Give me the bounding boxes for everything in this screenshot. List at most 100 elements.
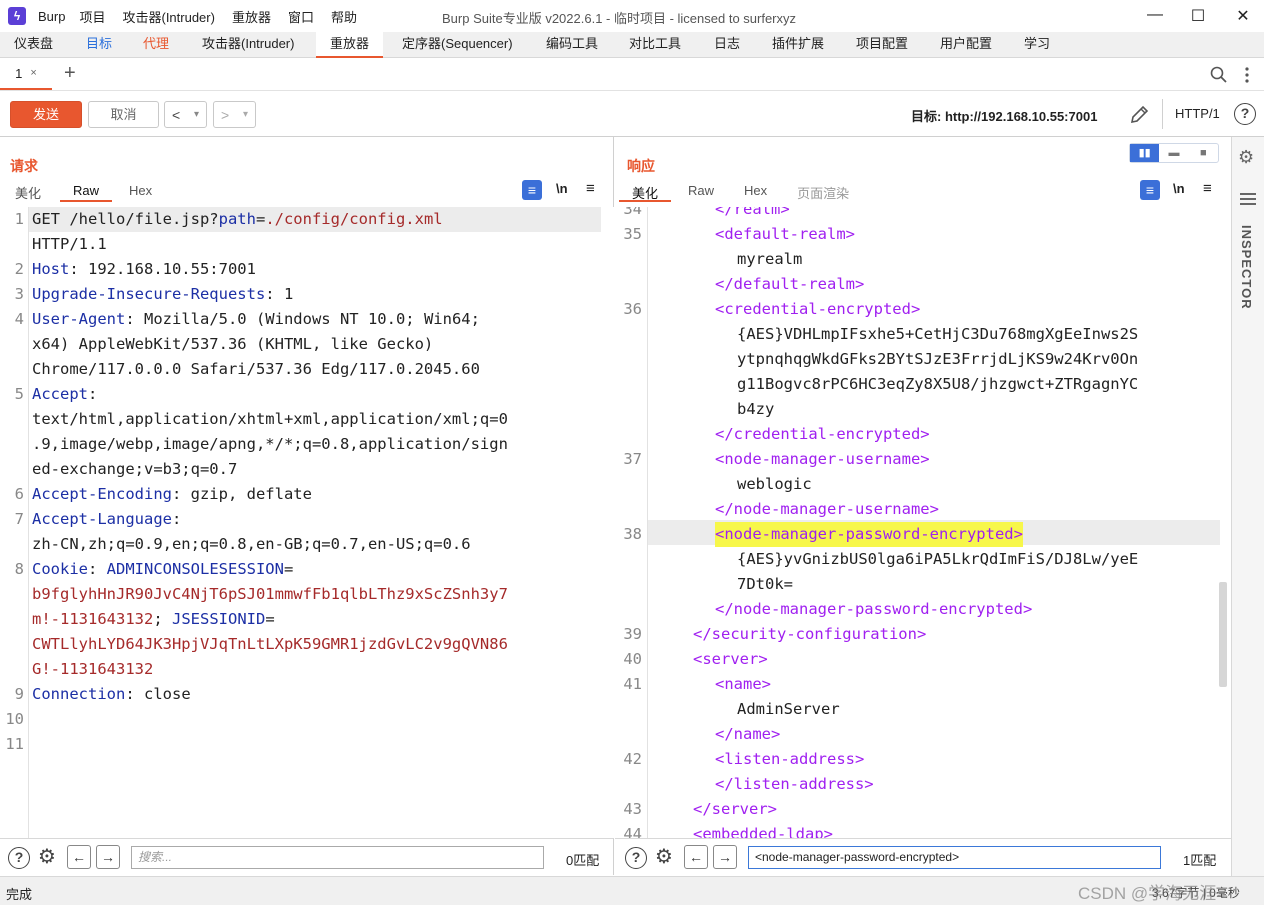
- help-icon[interactable]: ?: [625, 847, 647, 869]
- inspector-label[interactable]: INSPECTOR: [1239, 225, 1254, 310]
- request-tab-raw[interactable]: Raw: [60, 178, 113, 202]
- menu-repeater[interactable]: 重放器: [232, 7, 271, 26]
- tab-decoder[interactable]: 编码工具: [532, 32, 612, 58]
- layout-tabs-icon[interactable]: ■: [1189, 144, 1218, 162]
- header-value: : close: [125, 685, 191, 703]
- menu-help[interactable]: 帮助: [331, 7, 357, 26]
- line-number: 35: [623, 225, 642, 243]
- tab-intruder[interactable]: 攻击器(Intruder): [188, 32, 308, 58]
- previous-match-button[interactable]: ←: [684, 845, 708, 869]
- search-icon[interactable]: [1210, 66, 1228, 84]
- request-menu-icon[interactable]: ≡: [586, 180, 595, 197]
- repeater-tab-1[interactable]: 1 ×: [0, 58, 52, 90]
- xml-text: {AES}yvGnizbUS0lga6iPA5LkrQdImFiS/DJ8Lw/…: [737, 550, 1139, 568]
- cancel-button[interactable]: 取消: [88, 101, 159, 128]
- tab-project-options[interactable]: 项目配置: [842, 32, 922, 58]
- response-scrollbar[interactable]: [1219, 582, 1227, 687]
- inspector-settings-icon[interactable]: ⚙: [1238, 147, 1254, 168]
- request-line: Accept-Language:: [32, 507, 181, 532]
- response-search-input[interactable]: <node-manager-password-encrypted>: [748, 846, 1161, 869]
- close-tab-icon[interactable]: ×: [30, 67, 36, 79]
- tab-logger[interactable]: 日志: [700, 32, 754, 58]
- response-tab-raw[interactable]: Raw: [675, 178, 727, 202]
- menu-intruder[interactable]: 攻击器(Intruder): [122, 7, 214, 26]
- line-number: 7: [14, 510, 24, 528]
- layout-stacked-icon[interactable]: ▬: [1159, 144, 1188, 162]
- request-line: HTTP/1.1: [32, 235, 107, 253]
- layout-switcher: ▮▮ ▬ ■: [1129, 143, 1219, 163]
- history-forward-button[interactable]: > ▾: [213, 101, 256, 128]
- cookie-value: G!-1131643132: [32, 660, 154, 678]
- burp-window: ϟ Burp 项目 攻击器(Intruder) 重放器 窗口 帮助 Burp S…: [0, 0, 1264, 905]
- next-match-button[interactable]: →: [96, 845, 120, 869]
- history-back-button[interactable]: < ▾: [164, 101, 207, 128]
- maximize-button[interactable]: ☐: [1188, 6, 1208, 26]
- request-tab-hex[interactable]: Hex: [116, 178, 165, 202]
- menu-project[interactable]: 项目: [79, 7, 105, 26]
- menu-window[interactable]: 窗口: [288, 7, 314, 26]
- inspector-menu-icon[interactable]: [1240, 193, 1256, 205]
- cookie-value: b9fglyhHnJR90JvC4NjT6pSJ01mmwfFb1qlbLThz…: [32, 585, 508, 603]
- help-icon[interactable]: ?: [1234, 103, 1256, 125]
- xml-text: g11Bogvc8rPC6HC3eqZy8X5U8/jhzgwct+ZTRgag…: [737, 375, 1139, 393]
- request-line: m!-1131643132; JSESSIONID=: [32, 607, 275, 632]
- edit-target-pencil-icon[interactable]: [1128, 104, 1150, 126]
- response-match-count: 1匹配: [1183, 853, 1217, 868]
- param-name: path: [218, 210, 256, 228]
- response-tab-render[interactable]: 页面渲染: [784, 178, 862, 202]
- minimize-button[interactable]: —: [1145, 6, 1165, 26]
- response-tab-hex[interactable]: Hex: [731, 178, 780, 202]
- request-line: Upgrade-Insecure-Requests: 1: [32, 282, 293, 307]
- request-search-input[interactable]: 搜索...: [131, 846, 544, 869]
- request-line: text/html,application/xhtml+xml,applicat…: [32, 410, 508, 428]
- layout-side-by-side-icon[interactable]: ▮▮: [1130, 144, 1160, 162]
- chevron-down-icon[interactable]: ▾: [243, 109, 248, 120]
- tab-sequencer[interactable]: 定序器(Sequencer): [388, 32, 527, 58]
- line-number: 34: [623, 207, 642, 218]
- request-newline-toggle[interactable]: \n: [556, 181, 568, 196]
- close-button[interactable]: ✕: [1233, 6, 1253, 26]
- cookie-sep: ;: [153, 610, 172, 628]
- header-value: : 192.168.10.55:7001: [69, 260, 256, 278]
- chevron-down-icon[interactable]: ▾: [194, 109, 199, 120]
- xml-tag: <credential-encrypted>: [715, 300, 921, 318]
- request-wrap-icon[interactable]: ≡: [522, 180, 542, 200]
- request-line: zh-CN,zh;q=0.9,en;q=0.8,en-GB;q=0.7,en-U…: [32, 535, 471, 553]
- next-match-button[interactable]: →: [713, 845, 737, 869]
- response-wrap-icon[interactable]: ≡: [1140, 180, 1160, 200]
- tab-comparer[interactable]: 对比工具: [615, 32, 695, 58]
- line-number: 6: [14, 485, 24, 503]
- tab-user-options[interactable]: 用户配置: [926, 32, 1006, 58]
- response-tab-pretty[interactable]: 美化: [619, 178, 672, 202]
- tab-repeater[interactable]: 重放器: [316, 32, 384, 58]
- response-editor[interactable]: 34 35 36 37 38 39 40 41 42 43 44 </realm…: [615, 207, 1231, 838]
- tab-learn[interactable]: 学习: [1010, 32, 1064, 58]
- line-number: 5: [14, 385, 24, 403]
- search-match-highlight: <node-manager-password-encrypted>: [715, 522, 1023, 547]
- response-menu-icon[interactable]: ≡: [1203, 180, 1212, 197]
- help-icon[interactable]: ?: [8, 847, 30, 869]
- tab-dashboard[interactable]: 仪表盘: [0, 32, 67, 58]
- tab-extensions[interactable]: 插件扩展: [758, 32, 838, 58]
- header-name: User-Agent: [32, 310, 126, 328]
- header-name: Host: [32, 260, 70, 278]
- http-version-toggle[interactable]: HTTP/1: [1175, 106, 1220, 121]
- request-tab-pretty[interactable]: 美化: [2, 178, 54, 202]
- settings-gear-icon[interactable]: ⚙: [653, 847, 675, 869]
- request-editor[interactable]: 1 2 3 4 5 6 7 8 9 10 11 GET /hello/file.…: [0, 207, 614, 838]
- header-name: Upgrade-Insecure-Requests: [32, 285, 266, 303]
- tab-proxy[interactable]: 代理: [129, 32, 183, 58]
- send-button[interactable]: 发送: [10, 101, 82, 128]
- param-equals: =: [255, 210, 266, 228]
- xml-text: {AES}VDHLmpIFsxhe5+CetHjC3Du768mgXgEeInw…: [737, 325, 1139, 343]
- settings-gear-icon[interactable]: ⚙: [36, 847, 58, 869]
- add-tab-icon[interactable]: +: [64, 62, 76, 85]
- xml-tag: <name>: [715, 675, 771, 693]
- request-line: Chrome/117.0.0.0 Safari/537.36 Edg/117.0…: [32, 360, 480, 378]
- response-newline-toggle[interactable]: \n: [1173, 181, 1185, 196]
- previous-match-button[interactable]: ←: [67, 845, 91, 869]
- xml-tag: </name>: [715, 725, 781, 743]
- tab-target[interactable]: 目标: [72, 32, 126, 58]
- forward-arrow-icon: >: [220, 106, 230, 123]
- more-options-icon[interactable]: [1242, 66, 1252, 84]
